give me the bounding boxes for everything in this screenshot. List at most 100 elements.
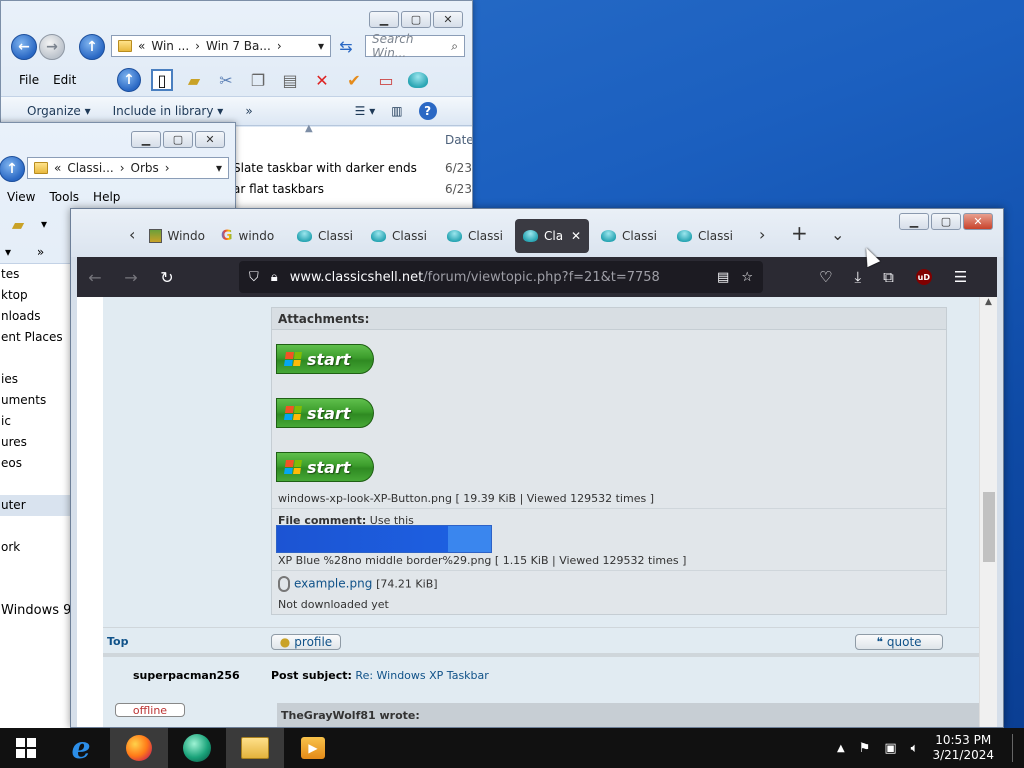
- taskbar-classic-shell[interactable]: [168, 728, 226, 768]
- attachment-image-start-2[interactable]: start: [276, 398, 374, 428]
- quote-button[interactable]: ❝ quote: [855, 634, 943, 650]
- check-icon[interactable]: ✔: [343, 69, 365, 91]
- breadcrumb-overflow[interactable]: «: [138, 39, 145, 53]
- forward-icon[interactable]: →: [39, 34, 65, 60]
- tab-close-icon[interactable]: ✕: [571, 229, 581, 243]
- maximize-button[interactable]: ▢: [931, 213, 961, 230]
- url-bar[interactable]: ⛉ 🔒︎ www.classicshell.net/forum/viewtopi…: [239, 261, 763, 293]
- chevron-down-icon[interactable]: ▾: [41, 217, 47, 231]
- breadcrumb-item[interactable]: Win 7 Ba...: [206, 39, 271, 53]
- attachment-image-start-3[interactable]: start: [276, 452, 374, 482]
- scrollbar-thumb[interactable]: [983, 492, 995, 562]
- reload-icon[interactable]: ↻: [149, 268, 185, 287]
- chevron-down-icon[interactable]: ▾: [5, 245, 11, 259]
- close-button[interactable]: ✕: [195, 131, 225, 148]
- tabs-scroll-left-icon[interactable]: ‹: [129, 225, 135, 244]
- more-commands-icon[interactable]: »: [37, 245, 44, 259]
- up-icon[interactable]: ↑: [79, 34, 105, 60]
- tab-2[interactable]: Gwindo: [213, 219, 287, 253]
- attachment-image-start-1[interactable]: start: [276, 344, 374, 374]
- breadcrumb-item[interactable]: Orbs: [131, 161, 159, 175]
- up-icon[interactable]: ↑: [117, 68, 141, 92]
- minimize-button[interactable]: ▁: [131, 131, 161, 148]
- menu-edit[interactable]: Edit: [53, 73, 76, 87]
- taskbar-media[interactable]: ▶: [284, 728, 342, 768]
- minimize-button[interactable]: ▁: [899, 213, 929, 230]
- tab-3[interactable]: Classi: [289, 219, 361, 253]
- top-link[interactable]: Top: [107, 635, 128, 648]
- taskbar-ie[interactable]: e: [52, 728, 110, 768]
- explorer1-address-bar[interactable]: « Win ... › Win 7 Ba... › ▾: [111, 35, 331, 57]
- panes-icon[interactable]: ▯: [151, 69, 173, 91]
- maximize-button[interactable]: ▢: [163, 131, 193, 148]
- copy-icon[interactable]: ❐: [247, 69, 269, 91]
- tab-5[interactable]: Classi: [439, 219, 511, 253]
- pocket-icon[interactable]: ♡: [819, 268, 832, 286]
- scroll-up-icon[interactable]: ▲: [980, 297, 997, 307]
- file-item[interactable]: Slate taskbar with darker ends: [233, 161, 417, 175]
- post-author[interactable]: superpacman256: [133, 669, 240, 682]
- chevron-down-icon[interactable]: ▾: [216, 161, 222, 175]
- menu-view[interactable]: View: [7, 190, 35, 204]
- tab-7[interactable]: Classi: [593, 219, 665, 253]
- extensions-icon[interactable]: ⧉: [883, 268, 894, 286]
- ublock-icon[interactable]: uD: [915, 269, 932, 285]
- download-icon[interactable]: ⤓: [854, 268, 861, 286]
- explorer2-address-bar[interactable]: « Classi... › Orbs › ▾: [27, 157, 229, 179]
- breadcrumb-item[interactable]: Classi...: [67, 161, 113, 175]
- more-commands-icon[interactable]: »: [245, 104, 252, 118]
- page-scrollbar[interactable]: ▲: [979, 297, 997, 727]
- close-button[interactable]: ✕: [963, 213, 993, 230]
- clock[interactable]: 10:53 PM 3/21/2024: [932, 733, 994, 763]
- close-button[interactable]: ✕: [433, 11, 463, 28]
- minimize-button[interactable]: ▁: [369, 11, 399, 28]
- cut-icon[interactable]: ✂: [215, 69, 237, 91]
- explorer1-search-input[interactable]: Search Win... ⌕: [365, 32, 465, 60]
- show-desktop-button[interactable]: [1012, 734, 1020, 762]
- taskbar-explorer[interactable]: [226, 728, 284, 768]
- volume-muted-icon[interactable]: 🔈︎: [911, 741, 919, 756]
- organize-button[interactable]: Organize ▾: [27, 104, 91, 118]
- view-options-icon[interactable]: ☰ ▾: [355, 104, 376, 118]
- profile-button[interactable]: ● profile: [271, 634, 341, 650]
- menu-file[interactable]: File: [19, 73, 39, 87]
- new-tab-icon[interactable]: +: [791, 221, 808, 245]
- lock-icon[interactable]: 🔒︎: [271, 270, 278, 285]
- menu-help[interactable]: Help: [93, 190, 120, 204]
- up-icon[interactable]: ↑: [0, 156, 25, 182]
- tabs-scroll-right-icon[interactable]: ›: [759, 225, 765, 244]
- tab-4[interactable]: Classi: [363, 219, 435, 253]
- maximize-button[interactable]: ▢: [401, 11, 431, 28]
- reader-view-icon[interactable]: ▤: [717, 270, 729, 285]
- list-tabs-icon[interactable]: ⌄: [831, 225, 844, 244]
- tab-8[interactable]: Classi: [669, 219, 741, 253]
- folder-options-icon[interactable]: ▰: [7, 213, 29, 235]
- attachment-image-xp-blue[interactable]: [276, 525, 492, 553]
- start-button[interactable]: [0, 728, 52, 768]
- preview-pane-icon[interactable]: ▥: [391, 104, 402, 118]
- firefox-window[interactable]: ‹ Windo Gwindo Classi Classi Classi Cla …: [70, 208, 1004, 728]
- tab-1[interactable]: Windo: [141, 219, 213, 253]
- menu-tools[interactable]: Tools: [49, 190, 79, 204]
- tray-overflow-icon[interactable]: ▲: [837, 743, 845, 754]
- taskbar-firefox[interactable]: [110, 728, 168, 768]
- post-subject-link[interactable]: Re: Windows XP Taskbar: [355, 669, 488, 682]
- rename-icon[interactable]: ▭: [375, 69, 397, 91]
- menu-icon[interactable]: ☰: [954, 268, 967, 286]
- network-icon[interactable]: ▣: [884, 741, 896, 756]
- forward-icon[interactable]: →: [113, 268, 149, 287]
- chevron-down-icon[interactable]: ▾: [318, 39, 324, 53]
- delete-icon[interactable]: ✕: [311, 69, 333, 91]
- breadcrumb-overflow[interactable]: «: [54, 161, 61, 175]
- shield-icon[interactable]: ⛉: [249, 270, 259, 285]
- folder-options-icon[interactable]: ▰: [183, 69, 205, 91]
- breadcrumb-item[interactable]: Win ...: [151, 39, 189, 53]
- refresh-icon[interactable]: ⇆: [335, 35, 357, 57]
- shell-icon[interactable]: [407, 69, 429, 91]
- back-icon[interactable]: ←: [77, 268, 113, 287]
- action-center-flag-icon[interactable]: ⚑: [859, 741, 871, 756]
- bookmark-star-icon[interactable]: ☆: [741, 270, 753, 285]
- attachment-link[interactable]: example.png: [294, 577, 372, 591]
- help-icon[interactable]: ?: [418, 102, 437, 120]
- back-icon[interactable]: ←: [11, 34, 37, 60]
